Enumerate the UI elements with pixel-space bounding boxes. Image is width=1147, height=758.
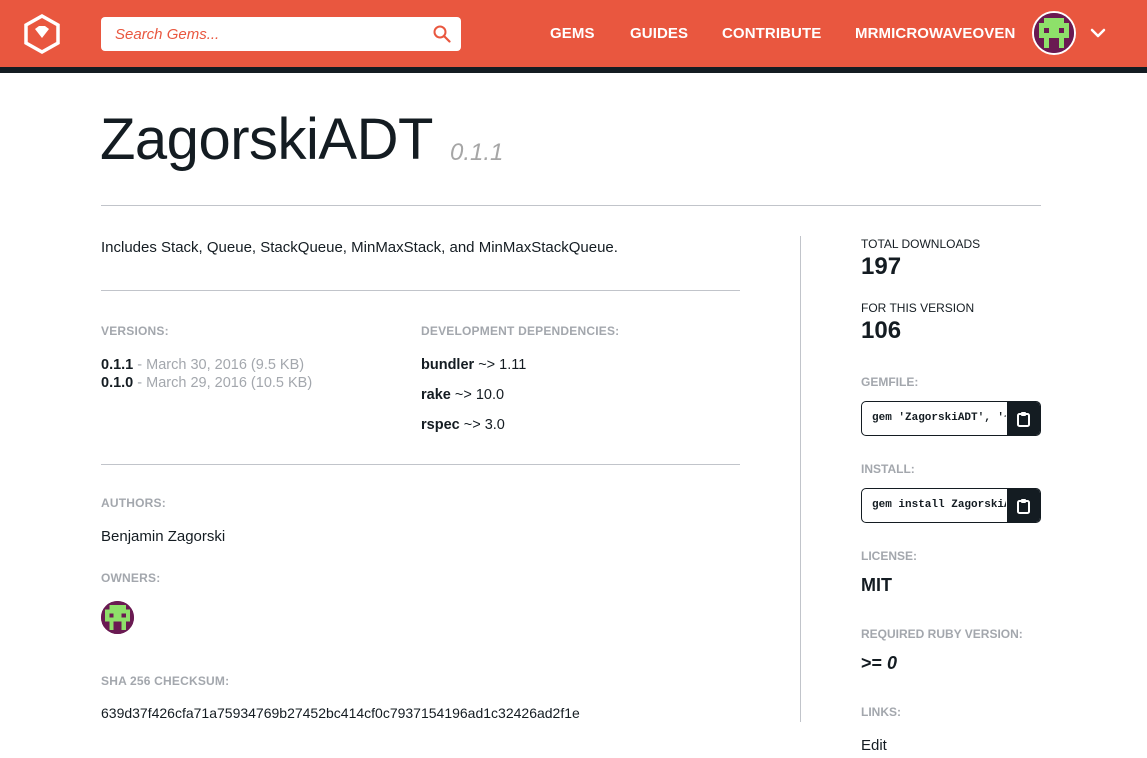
nav-gems-link[interactable]: GEMS (550, 25, 595, 42)
gem-description: Includes Stack, Queue, StackQueue, MinMa… (101, 239, 618, 256)
owner-avatar[interactable] (101, 601, 134, 634)
rubygems-logo-icon[interactable] (22, 13, 62, 55)
install-code[interactable]: gem install ZagorskiADT (872, 499, 1006, 511)
header-divider (0, 67, 1147, 73)
version-downloads-count: 106 (861, 317, 902, 344)
copy-gemfile-button[interactable] (1007, 402, 1040, 435)
install-field: gem install ZagorskiADT (861, 488, 1041, 523)
total-downloads-count: 197 (861, 253, 902, 280)
author-name: Benjamin Zagorski (101, 528, 226, 545)
ruby-version-number: 0 (887, 653, 898, 673)
gem-title: ZagorskiADT (100, 107, 433, 172)
total-downloads-label: TOTAL DOWNLOADS (861, 237, 981, 251)
license-label: LICENSE: (861, 549, 918, 563)
gemfile-code[interactable]: gem 'ZagorskiADT', '~> 0.1.1' (872, 412, 1006, 424)
search-input[interactable] (101, 17, 421, 51)
site-header: GEMS GUIDES CONTRIBUTE MRMICROWAVEOVEN (0, 0, 1147, 67)
version-detail: - March 29, 2016 (10.5 KB) (133, 375, 313, 391)
authors-label: AUTHORS: (101, 496, 166, 510)
clipboard-icon (1017, 412, 1030, 427)
nav-contribute-link[interactable]: CONTRIBUTE (722, 25, 821, 42)
dependency-item: rspec ~> 3.0 (421, 417, 505, 433)
dependency-item: rake ~> 10.0 (421, 387, 504, 403)
edit-link[interactable]: Edit (861, 737, 887, 754)
dependencies-divider (101, 464, 740, 465)
gem-version: 0.1.1 (450, 139, 504, 166)
dependency-item: bundler ~> 1.11 (421, 357, 526, 373)
ruby-version-operator: >= (861, 653, 888, 673)
title-divider (101, 205, 1041, 206)
dependency-link[interactable]: rspec (421, 417, 460, 433)
ruby-version-value: >= 0 (861, 653, 897, 674)
user-avatar[interactable] (1032, 11, 1076, 55)
version-link[interactable]: 0.1.0 (101, 375, 133, 391)
links-label: LINKS: (861, 705, 901, 719)
version-downloads-label: FOR THIS VERSION (861, 301, 975, 315)
version-link[interactable]: 0.1.1 (101, 357, 133, 373)
dependency-requirement: ~> 3.0 (459, 417, 505, 433)
sidebar-divider (800, 236, 801, 722)
version-detail: - March 30, 2016 (9.5 KB) (133, 357, 305, 373)
chevron-down-icon[interactable] (1089, 24, 1107, 42)
dependency-requirement: ~> 1.11 (474, 357, 527, 373)
checksum-value: 639d37f426cfa71a75934769b27452bc414cf0c7… (101, 705, 580, 721)
nav-user-link[interactable]: MRMICROWAVEOVEN (855, 25, 1015, 42)
owners-label: OWNERS: (101, 571, 161, 585)
ruby-version-label: REQUIRED RUBY VERSION: (861, 627, 1023, 641)
license-value: MIT (861, 575, 892, 595)
clipboard-icon (1017, 499, 1030, 514)
checksum-label: SHA 256 CHECKSUM: (101, 674, 230, 688)
dependency-requirement: ~> 10.0 (450, 387, 505, 403)
gemfile-label: GEMFILE: (861, 375, 919, 389)
search-icon[interactable] (433, 25, 451, 43)
install-label: INSTALL: (861, 462, 915, 476)
gemfile-field: gem 'ZagorskiADT', '~> 0.1.1' (861, 401, 1041, 436)
nav-guides-link[interactable]: GUIDES (630, 25, 688, 42)
version-item: 0.1.0 - March 29, 2016 (10.5 KB) (101, 375, 312, 391)
dependency-link[interactable]: bundler (421, 357, 474, 373)
versions-label: VERSIONS: (101, 324, 169, 338)
search-box (101, 17, 461, 51)
copy-install-button[interactable] (1007, 489, 1040, 522)
description-divider (101, 290, 740, 291)
dependency-link[interactable]: rake (421, 387, 451, 403)
version-item: 0.1.1 - March 30, 2016 (9.5 KB) (101, 357, 304, 373)
dev-dependencies-label: DEVELOPMENT DEPENDENCIES: (421, 324, 620, 338)
